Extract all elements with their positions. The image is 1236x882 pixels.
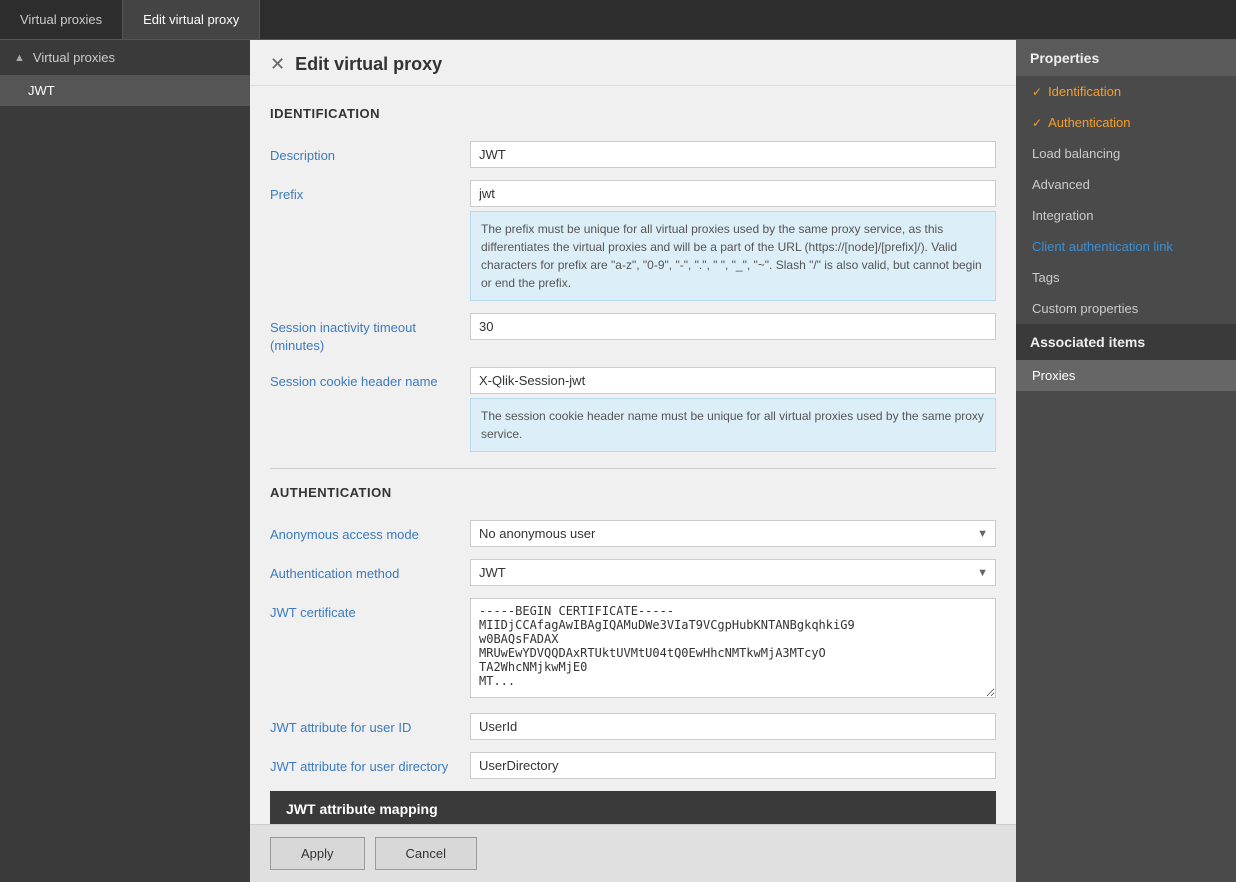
page-header: ✕ Edit virtual proxy [250, 40, 1016, 86]
props-item-proxies[interactable]: Proxies [1016, 360, 1236, 391]
authentication-section-title: AUTHENTICATION [270, 485, 996, 506]
props-item-advanced[interactable]: Advanced [1016, 169, 1236, 200]
auth-method-group: Authentication method JWT Ticket Header … [270, 559, 996, 586]
anonymous-access-select[interactable]: No anonymous user Allow anonymous user A… [470, 520, 996, 547]
associated-items-header: Associated items [1016, 324, 1236, 360]
form-scroll: IDENTIFICATION Description Prefix The pr… [250, 86, 1016, 824]
tab-edit-virtual-proxy[interactable]: Edit virtual proxy [123, 0, 260, 39]
jwt-user-dir-field [470, 752, 996, 779]
session-cookie-field: The session cookie header name must be u… [470, 367, 996, 452]
section-divider [270, 468, 996, 469]
tab-virtual-proxies[interactable]: Virtual proxies [0, 0, 123, 39]
jwt-user-dir-group: JWT attribute for user directory [270, 752, 996, 779]
jwt-cert-field: -----BEGIN CERTIFICATE----- MIIDjCCAfagA… [470, 598, 996, 701]
check-icon-identification: ✓ [1032, 85, 1042, 99]
props-item-integration[interactable]: Integration [1016, 200, 1236, 231]
page-title: Edit virtual proxy [295, 54, 442, 75]
prefix-label: Prefix [270, 180, 470, 204]
prefix-group: Prefix The prefix must be unique for all… [270, 180, 996, 301]
props-item-authentication[interactable]: ✓ Authentication [1016, 107, 1236, 138]
jwt-cert-group: JWT certificate -----BEGIN CERTIFICATE--… [270, 598, 996, 701]
description-field [470, 141, 996, 168]
session-cookie-hint: The session cookie header name must be u… [470, 398, 996, 452]
anonymous-access-select-wrapper: No anonymous user Allow anonymous user A… [470, 520, 996, 547]
cancel-button[interactable]: Cancel [375, 837, 477, 870]
props-item-tags[interactable]: Tags [1016, 262, 1236, 293]
sidebar-section-header[interactable]: ▲ Virtual proxies [0, 40, 250, 75]
jwt-cert-textarea[interactable]: -----BEGIN CERTIFICATE----- MIIDjCCAfagA… [470, 598, 996, 698]
sidebar: ▲ Virtual proxies JWT [0, 40, 250, 882]
description-label: Description [270, 141, 470, 165]
jwt-user-id-label: JWT attribute for user ID [270, 713, 470, 737]
auth-method-label: Authentication method [270, 559, 470, 583]
anonymous-access-label: Anonymous access mode [270, 520, 470, 544]
jwt-user-id-group: JWT attribute for user ID [270, 713, 996, 740]
jwt-mapping-box: JWT attribute mapping [270, 791, 996, 824]
session-cookie-label: Session cookie header name [270, 367, 470, 391]
description-group: Description [270, 141, 996, 168]
jwt-user-dir-label: JWT attribute for user directory [270, 752, 470, 776]
anonymous-access-group: Anonymous access mode No anonymous user … [270, 520, 996, 547]
session-timeout-group: Session inactivity timeout (minutes) [270, 313, 996, 355]
apply-button[interactable]: Apply [270, 837, 365, 870]
jwt-user-dir-input[interactable] [470, 752, 996, 779]
props-item-load-balancing[interactable]: Load balancing [1016, 138, 1236, 169]
prefix-field: The prefix must be unique for all virtua… [470, 180, 996, 301]
jwt-cert-label: JWT certificate [270, 598, 470, 622]
content-area: ✕ Edit virtual proxy IDENTIFICATION Desc… [250, 40, 1016, 882]
session-timeout-label: Session inactivity timeout (minutes) [270, 313, 470, 355]
props-item-client-auth-link[interactable]: Client authentication link [1016, 231, 1236, 262]
properties-header: Properties [1016, 40, 1236, 76]
jwt-user-id-input[interactable] [470, 713, 996, 740]
props-item-identification[interactable]: ✓ Identification [1016, 76, 1236, 107]
session-timeout-input[interactable] [470, 313, 996, 340]
description-input[interactable] [470, 141, 996, 168]
bottom-bar: Apply Cancel [250, 824, 1016, 882]
jwt-user-id-field [470, 713, 996, 740]
session-cookie-input[interactable] [470, 367, 996, 394]
anonymous-access-field: No anonymous user Allow anonymous user A… [470, 520, 996, 547]
auth-method-field: JWT Ticket Header SAML OIDC ▼ [470, 559, 996, 586]
session-cookie-group: Session cookie header name The session c… [270, 367, 996, 452]
properties-panel: Properties ✓ Identification ✓ Authentica… [1016, 40, 1236, 882]
sidebar-item-jwt[interactable]: JWT [0, 75, 250, 106]
prefix-hint: The prefix must be unique for all virtua… [470, 211, 996, 301]
auth-method-select[interactable]: JWT Ticket Header SAML OIDC [470, 559, 996, 586]
identification-section-title: IDENTIFICATION [270, 106, 996, 127]
check-icon-authentication: ✓ [1032, 116, 1042, 130]
auth-method-select-wrapper: JWT Ticket Header SAML OIDC ▼ [470, 559, 996, 586]
props-item-custom-properties[interactable]: Custom properties [1016, 293, 1236, 324]
jwt-mapping-title: JWT attribute mapping [286, 801, 438, 817]
chevron-up-icon: ▲ [14, 52, 25, 64]
main-layout: ▲ Virtual proxies JWT ✕ Edit virtual pro… [0, 40, 1236, 882]
prefix-input[interactable] [470, 180, 996, 207]
edit-icon: ✕ [270, 54, 285, 75]
session-timeout-field [470, 313, 996, 340]
tab-bar: Virtual proxies Edit virtual proxy [0, 0, 1236, 40]
